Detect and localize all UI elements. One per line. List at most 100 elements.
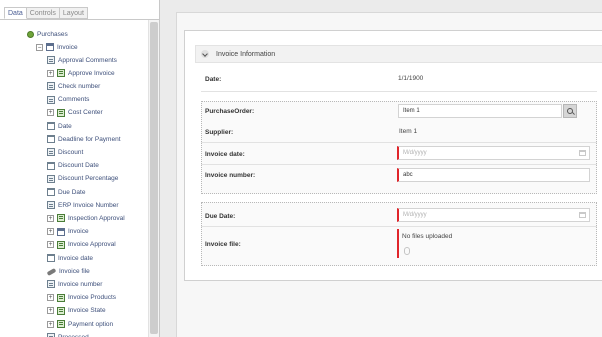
tree-item-label: Payment option — [68, 320, 114, 328]
purchase-order-value: Item 1 — [403, 108, 420, 114]
tree-item[interactable]: + Invoice Approval — [47, 239, 116, 251]
tree-item[interactable]: Invoice date — [47, 252, 93, 264]
date-label: Date: — [205, 76, 222, 83]
tree-entity[interactable]: − Invoice — [36, 41, 78, 53]
tree-item-label: Discount — [58, 148, 84, 156]
panel-tabs: Data Controls Layout — [4, 7, 88, 19]
field-icon — [47, 280, 55, 289]
divider — [201, 226, 597, 227]
tree-item[interactable]: Invoice number — [47, 278, 102, 290]
supplier-value: Item 1 — [399, 128, 418, 135]
tree-item[interactable]: Invoice file — [46, 265, 90, 277]
tree-item-label: Invoice — [68, 228, 89, 236]
tree-item[interactable]: + Cost Center — [47, 107, 103, 119]
tree-item-label: Date — [58, 122, 72, 130]
tree-item-label: ERP Invoice Number — [58, 201, 119, 209]
tree-item[interactable]: ERP Invoice Number — [47, 199, 119, 211]
entity-icon — [57, 69, 65, 78]
table-icon — [57, 227, 65, 236]
tree-item-label: Invoice Approval — [68, 241, 116, 249]
tree-item[interactable]: Date — [47, 120, 72, 132]
field-icon — [47, 333, 55, 337]
tree-item[interactable]: Comments — [47, 94, 89, 106]
field-icon — [47, 174, 55, 183]
table-icon — [46, 43, 54, 51]
tree-item[interactable]: Deadline for Payment — [47, 133, 121, 145]
tree-item-label: Invoice date — [58, 254, 94, 262]
expand-toggle-icon[interactable]: + — [47, 294, 54, 302]
tree-item-label: Invoice number — [58, 280, 103, 288]
due-date-placeholder: M/d/yyyy — [403, 212, 427, 218]
divider — [201, 142, 597, 143]
tree-entity-label: Invoice — [57, 43, 78, 51]
expand-toggle-icon[interactable]: + — [47, 228, 54, 236]
tree-item-label: Cost Center — [68, 109, 103, 117]
tree-item-label: Approval Comments — [58, 56, 117, 64]
tree-item[interactable]: + Invoice — [47, 226, 89, 238]
chevron-down-icon[interactable] — [201, 50, 209, 58]
divider — [201, 164, 597, 165]
expand-toggle-icon[interactable]: + — [47, 214, 54, 222]
section-title: Invoice Information — [216, 50, 276, 58]
tree-item[interactable]: Discount — [47, 146, 83, 158]
tree-item[interactable]: Processed — [47, 331, 89, 337]
expand-toggle-icon[interactable]: + — [47, 241, 54, 249]
expand-toggle-icon[interactable]: + — [47, 320, 54, 328]
invoice-number-field[interactable]: abc — [397, 168, 590, 182]
form-preview-area: Invoice Information Date: 1/1/1900 Purch… — [176, 12, 602, 337]
tree-item-label: Invoice Products — [68, 294, 117, 302]
expand-toggle-icon[interactable]: + — [47, 69, 54, 77]
tree-scrollbar[interactable] — [148, 20, 159, 337]
invoice-date-field[interactable]: M/d/yyyy — [397, 146, 590, 160]
paperclip-icon[interactable] — [404, 247, 410, 255]
calendar-icon[interactable] — [579, 150, 586, 156]
scrollbar-thumb[interactable] — [150, 22, 158, 334]
entity-icon — [57, 214, 65, 223]
tree-root[interactable]: Purchases — [27, 28, 68, 40]
invoice-number-label: Invoice number: — [205, 172, 256, 179]
entity-icon — [57, 320, 65, 328]
tree-item[interactable]: + Inspection Approval — [47, 212, 125, 224]
tree-item-label: Discount Percentage — [58, 175, 119, 183]
supplier-label: Supplier: — [205, 129, 234, 136]
tree-item[interactable]: Discount Date — [47, 160, 99, 172]
tab-controls[interactable]: Controls — [26, 7, 60, 19]
invoice-date-placeholder: M/d/yyyy — [403, 150, 427, 156]
calendar-icon[interactable] — [579, 212, 586, 218]
tree-item-label: Due Date — [58, 188, 86, 196]
invoice-file-status: No files uploaded — [402, 233, 453, 240]
invoice-file-label: Invoice file: — [205, 241, 241, 248]
entity-icon — [57, 240, 65, 249]
database-icon — [27, 30, 34, 38]
tree-item[interactable]: Discount Percentage — [47, 173, 118, 185]
date-icon — [47, 254, 55, 262]
tab-layout[interactable]: Layout — [59, 7, 88, 19]
tree-item[interactable]: Approval Comments — [47, 54, 117, 66]
tree-item[interactable]: Due Date — [47, 186, 85, 198]
form-canvas: Invoice Information Date: 1/1/1900 Purch… — [184, 30, 602, 281]
tab-data[interactable]: Data — [4, 7, 27, 19]
tree-root-label: Purchases — [37, 30, 68, 38]
lookup-search-button[interactable] — [563, 104, 577, 118]
divider — [201, 91, 597, 92]
tree-item-label: Invoice file — [59, 267, 90, 275]
collapse-toggle-icon[interactable]: − — [36, 43, 43, 51]
tree-item-label: Deadline for Payment — [58, 135, 121, 143]
purchase-order-field[interactable]: Item 1 — [398, 104, 562, 118]
tree-item[interactable]: Check number — [47, 80, 100, 92]
field-icon — [47, 95, 55, 104]
tree-item[interactable]: + Approve Invoice — [47, 67, 115, 79]
tree-item[interactable]: + Invoice Products — [47, 292, 116, 304]
tree-item-label: Check number — [58, 82, 101, 90]
due-date-field[interactable]: M/d/yyyy — [397, 208, 590, 222]
invoice-date-label: Invoice date: — [205, 151, 245, 158]
tree-item-label: Discount Date — [58, 162, 99, 170]
tree-item[interactable]: + Invoice State — [47, 305, 106, 317]
date-icon — [47, 188, 55, 196]
entity-icon — [57, 108, 65, 117]
tree-item[interactable]: + Payment option — [47, 318, 113, 330]
field-icon — [47, 56, 55, 64]
section-header[interactable]: Invoice Information — [195, 45, 602, 63]
expand-toggle-icon[interactable]: + — [47, 109, 54, 117]
expand-toggle-icon[interactable]: + — [47, 307, 54, 315]
